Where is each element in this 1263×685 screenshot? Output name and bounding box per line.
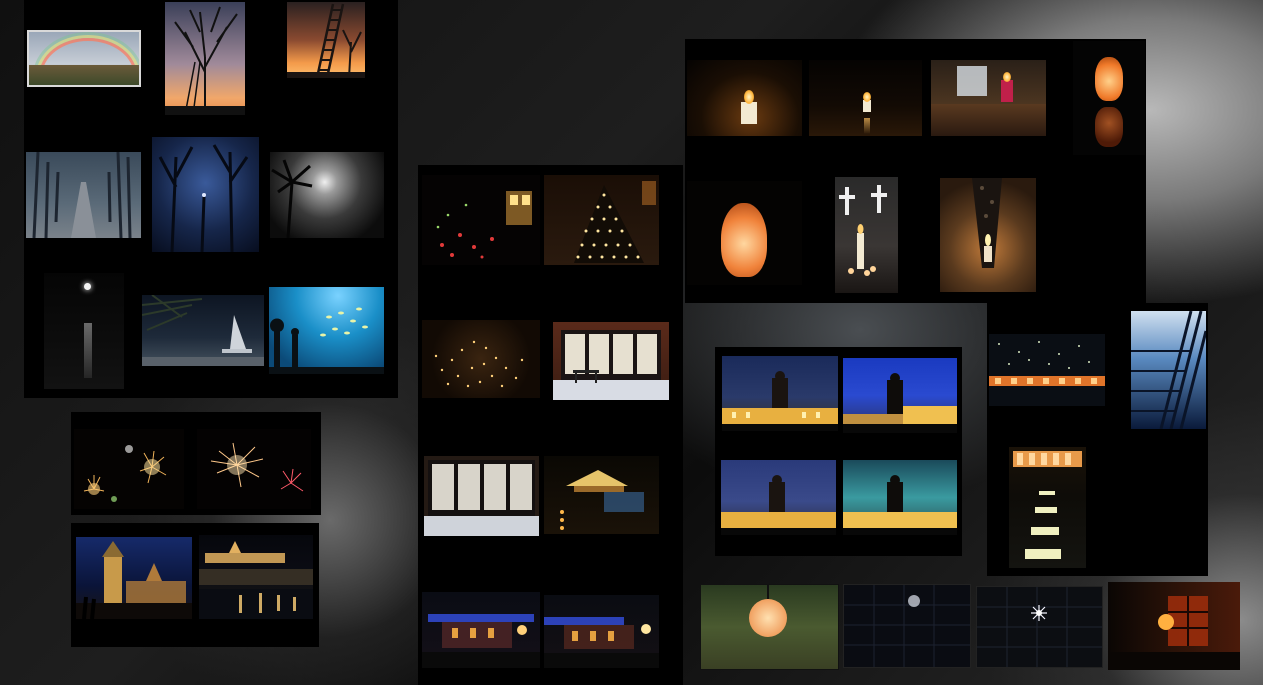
photo-aquarium[interactable] bbox=[269, 287, 384, 374]
photo-group-nature bbox=[24, 0, 398, 398]
photo-foggy-avenue[interactable] bbox=[26, 152, 141, 238]
photo-snowy-windows[interactable] bbox=[424, 456, 539, 536]
photo-castle-river-night[interactable] bbox=[199, 535, 313, 619]
photo-monument-dusk-4[interactable] bbox=[843, 460, 957, 535]
photo-monument-dusk-3[interactable] bbox=[721, 460, 836, 535]
photo-candle-on-plate[interactable] bbox=[687, 60, 802, 136]
photo-salt-lamp-reflection[interactable] bbox=[1073, 41, 1145, 155]
photo-dark-window-facade[interactable] bbox=[843, 584, 971, 668]
photo-group-christmas-lights bbox=[418, 165, 683, 685]
photo-ladder-sunset[interactable] bbox=[287, 2, 365, 78]
photo-cross-window-candle[interactable] bbox=[835, 177, 898, 293]
photo-group-monument bbox=[715, 347, 962, 556]
photo-blue-trees-moon[interactable] bbox=[152, 137, 259, 252]
photo-group-candles bbox=[685, 39, 1146, 303]
photo-light-path[interactable] bbox=[1009, 447, 1086, 568]
photo-monument-dusk-2[interactable] bbox=[843, 358, 957, 433]
photo-red-lights-tree[interactable] bbox=[422, 175, 540, 265]
photo-group-architecture bbox=[987, 303, 1208, 576]
photo-small-candle-reflection[interactable] bbox=[809, 60, 922, 136]
photo-starburst-window[interactable] bbox=[976, 586, 1103, 668]
photo-moon-clouds-palm[interactable] bbox=[270, 152, 384, 238]
photo-tree-sunset[interactable] bbox=[165, 2, 245, 115]
photo-candle-holder[interactable] bbox=[940, 178, 1036, 292]
photo-glass-atrium[interactable] bbox=[1131, 311, 1206, 429]
photo-orange-window-night[interactable] bbox=[1108, 582, 1240, 670]
photo-rainbow-window[interactable] bbox=[27, 30, 141, 87]
photo-salt-lamp[interactable] bbox=[687, 181, 802, 285]
photo-restaurant-evening[interactable] bbox=[544, 595, 659, 668]
photo-palm-sailboat[interactable] bbox=[142, 295, 264, 366]
photo-fireworks-bursts[interactable] bbox=[74, 429, 184, 509]
photo-starry-ceiling-building[interactable] bbox=[989, 334, 1105, 406]
photo-group-city-night bbox=[71, 523, 319, 647]
photo-red-candle-table[interactable] bbox=[931, 60, 1046, 136]
photo-snowy-terrace[interactable] bbox=[553, 322, 669, 400]
photo-lit-cone-tree[interactable] bbox=[544, 175, 659, 265]
photo-bridge-tower-night[interactable] bbox=[76, 537, 192, 619]
photo-fairy-lights-bush[interactable] bbox=[422, 320, 540, 398]
photo-monument-dusk-1[interactable] bbox=[722, 356, 838, 431]
photo-paper-lantern-tree[interactable] bbox=[700, 584, 839, 670]
photo-restaurant-blue-lights[interactable] bbox=[422, 592, 540, 668]
photo-fireworks-red[interactable] bbox=[197, 429, 311, 509]
photo-moon-over-water[interactable] bbox=[44, 273, 124, 389]
photo-tent-lights[interactable] bbox=[544, 456, 659, 534]
photo-group-fireworks bbox=[71, 412, 321, 515]
